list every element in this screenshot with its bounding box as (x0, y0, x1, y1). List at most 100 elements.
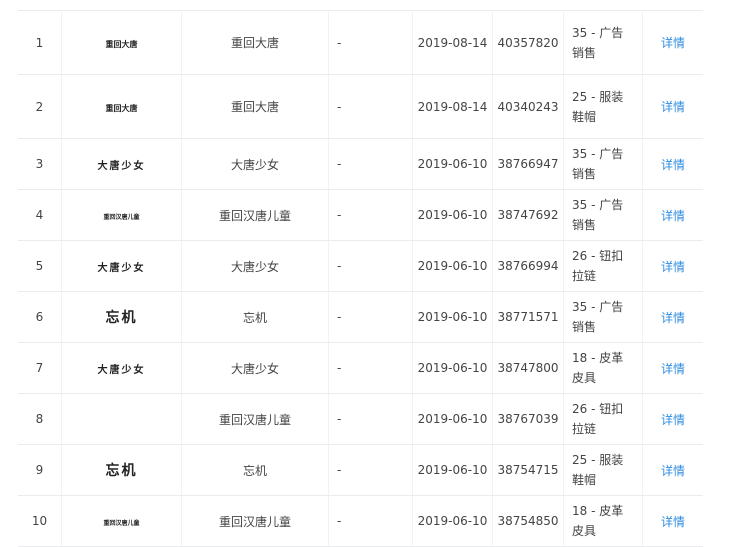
trademark-logo-image: 重回大唐 (61, 74, 182, 139)
logo-text: 重回大唐 (105, 102, 138, 113)
row-number: 2 (18, 74, 62, 139)
logo-text: 大唐少女 (97, 364, 146, 376)
detail-cell: 详情 (642, 240, 703, 292)
trademark-table-body: 1 重回大唐 重回大唐 - 2019-08-14 40357820 35 - 广… (18, 10, 703, 547)
trademark-logo-image: 大唐少女 (61, 342, 182, 394)
row-number: 7 (18, 342, 62, 394)
registration-number: 38766994 (492, 240, 564, 292)
table-row: 1 重回大唐 重回大唐 - 2019-08-14 40357820 35 - 广… (18, 10, 703, 75)
table-row: 8 重回汉唐儿童 - 2019-06-10 38767039 26 - 钮扣拉链… (18, 393, 703, 445)
row-number: 9 (18, 444, 62, 496)
apply-date: 2019-06-10 (412, 240, 493, 292)
trademark-name: 重回汉唐儿童 (181, 393, 329, 445)
detail-link[interactable]: 详情 (661, 515, 685, 529)
apply-date: 2019-06-10 (412, 495, 493, 547)
table-row: 5 大唐少女 大唐少女 - 2019-06-10 38766994 26 - 钮… (18, 240, 703, 292)
detail-link[interactable]: 详情 (661, 158, 685, 172)
row-number: 1 (18, 10, 62, 75)
apply-date: 2019-06-10 (412, 189, 493, 241)
registration-number: 40340243 (492, 74, 564, 139)
registration-number: 38754850 (492, 495, 564, 547)
trademark-class: 35 - 广告销售 (563, 10, 643, 75)
trademark-logo-image: 忘机 (61, 291, 182, 343)
detail-cell: 详情 (642, 189, 703, 241)
applicant-cell: - (328, 393, 413, 445)
trademark-class: 25 - 服装鞋帽 (563, 444, 643, 496)
detail-cell: 详情 (642, 444, 703, 496)
registration-number: 40357820 (492, 10, 564, 75)
registration-number: 38767039 (492, 393, 564, 445)
trademark-class: 18 - 皮革皮具 (563, 495, 643, 547)
detail-cell: 详情 (642, 138, 703, 190)
registration-number: 38754715 (492, 444, 564, 496)
trademark-name: 大唐少女 (181, 138, 329, 190)
trademark-table-container: 1 重回大唐 重回大唐 - 2019-08-14 40357820 35 - 广… (18, 10, 703, 547)
registration-number: 38747692 (492, 189, 564, 241)
applicant-cell: - (328, 189, 413, 241)
detail-link[interactable]: 详情 (661, 311, 685, 325)
trademark-name: 重回大唐 (181, 10, 329, 75)
trademark-class: 35 - 广告销售 (563, 291, 643, 343)
trademark-name: 忘机 (181, 291, 329, 343)
apply-date: 2019-06-10 (412, 291, 493, 343)
table-row: 6 忘机 忘机 - 2019-06-10 38771571 35 - 广告销售 … (18, 291, 703, 343)
registration-number: 38747800 (492, 342, 564, 394)
logo-text: 大唐少女 (97, 160, 146, 172)
apply-date: 2019-06-10 (412, 393, 493, 445)
applicant-cell: - (328, 342, 413, 394)
detail-link[interactable]: 详情 (661, 464, 685, 478)
row-number: 5 (18, 240, 62, 292)
detail-link[interactable]: 详情 (661, 36, 685, 50)
detail-cell: 详情 (642, 342, 703, 394)
trademark-name: 大唐少女 (181, 240, 329, 292)
detail-link[interactable]: 详情 (661, 100, 685, 114)
row-number: 6 (18, 291, 62, 343)
applicant-cell: - (328, 495, 413, 547)
trademark-logo-image (61, 393, 182, 445)
table-row: 9 忘机 忘机 - 2019-06-10 38754715 25 - 服装鞋帽 … (18, 444, 703, 496)
registration-number: 38771571 (492, 291, 564, 343)
trademark-name: 重回汉唐儿童 (181, 189, 329, 241)
trademark-logo-image: 忘机 (61, 444, 182, 496)
trademark-class: 25 - 服装鞋帽 (563, 74, 643, 139)
table-row: 3 大唐少女 大唐少女 - 2019-06-10 38766947 35 - 广… (18, 138, 703, 190)
applicant-cell: - (328, 240, 413, 292)
logo-text: 忘机 (105, 310, 138, 326)
apply-date: 2019-06-10 (412, 444, 493, 496)
logo-text: 重回汉唐儿童 (103, 520, 140, 527)
apply-date: 2019-06-10 (412, 138, 493, 190)
detail-cell: 详情 (642, 393, 703, 445)
logo-text: 重回汉唐儿童 (103, 214, 140, 221)
table-row: 2 重回大唐 重回大唐 - 2019-08-14 40340243 25 - 服… (18, 74, 703, 139)
trademark-class: 35 - 广告销售 (563, 189, 643, 241)
detail-link[interactable]: 详情 (661, 209, 685, 223)
trademark-class: 18 - 皮革皮具 (563, 342, 643, 394)
detail-cell: 详情 (642, 10, 703, 75)
detail-link[interactable]: 详情 (661, 362, 685, 376)
apply-date: 2019-06-10 (412, 342, 493, 394)
row-number: 10 (18, 495, 62, 547)
logo-text: 忘机 (105, 463, 138, 479)
detail-link[interactable]: 详情 (661, 260, 685, 274)
trademark-name: 重回大唐 (181, 74, 329, 139)
detail-cell: 详情 (642, 495, 703, 547)
trademark-class: 26 - 钮扣拉链 (563, 393, 643, 445)
trademark-logo-image: 大唐少女 (61, 240, 182, 292)
registration-number: 38766947 (492, 138, 564, 190)
logo-text: 大唐少女 (97, 262, 146, 274)
trademark-logo-image: 重回大唐 (61, 10, 182, 75)
detail-cell: 详情 (642, 74, 703, 139)
trademark-logo-image: 大唐少女 (61, 138, 182, 190)
applicant-cell: - (328, 138, 413, 190)
trademark-logo-image: 重回汉唐儿童 (61, 189, 182, 241)
detail-link[interactable]: 详情 (661, 413, 685, 427)
applicant-cell: - (328, 74, 413, 139)
detail-cell: 详情 (642, 291, 703, 343)
trademark-class: 35 - 广告销售 (563, 138, 643, 190)
table-row: 10 重回汉唐儿童 重回汉唐儿童 - 2019-06-10 38754850 1… (18, 495, 703, 547)
trademark-name: 大唐少女 (181, 342, 329, 394)
apply-date: 2019-08-14 (412, 10, 493, 75)
trademark-class: 26 - 钮扣拉链 (563, 240, 643, 292)
trademark-logo-image: 重回汉唐儿童 (61, 495, 182, 547)
trademark-name: 重回汉唐儿童 (181, 495, 329, 547)
